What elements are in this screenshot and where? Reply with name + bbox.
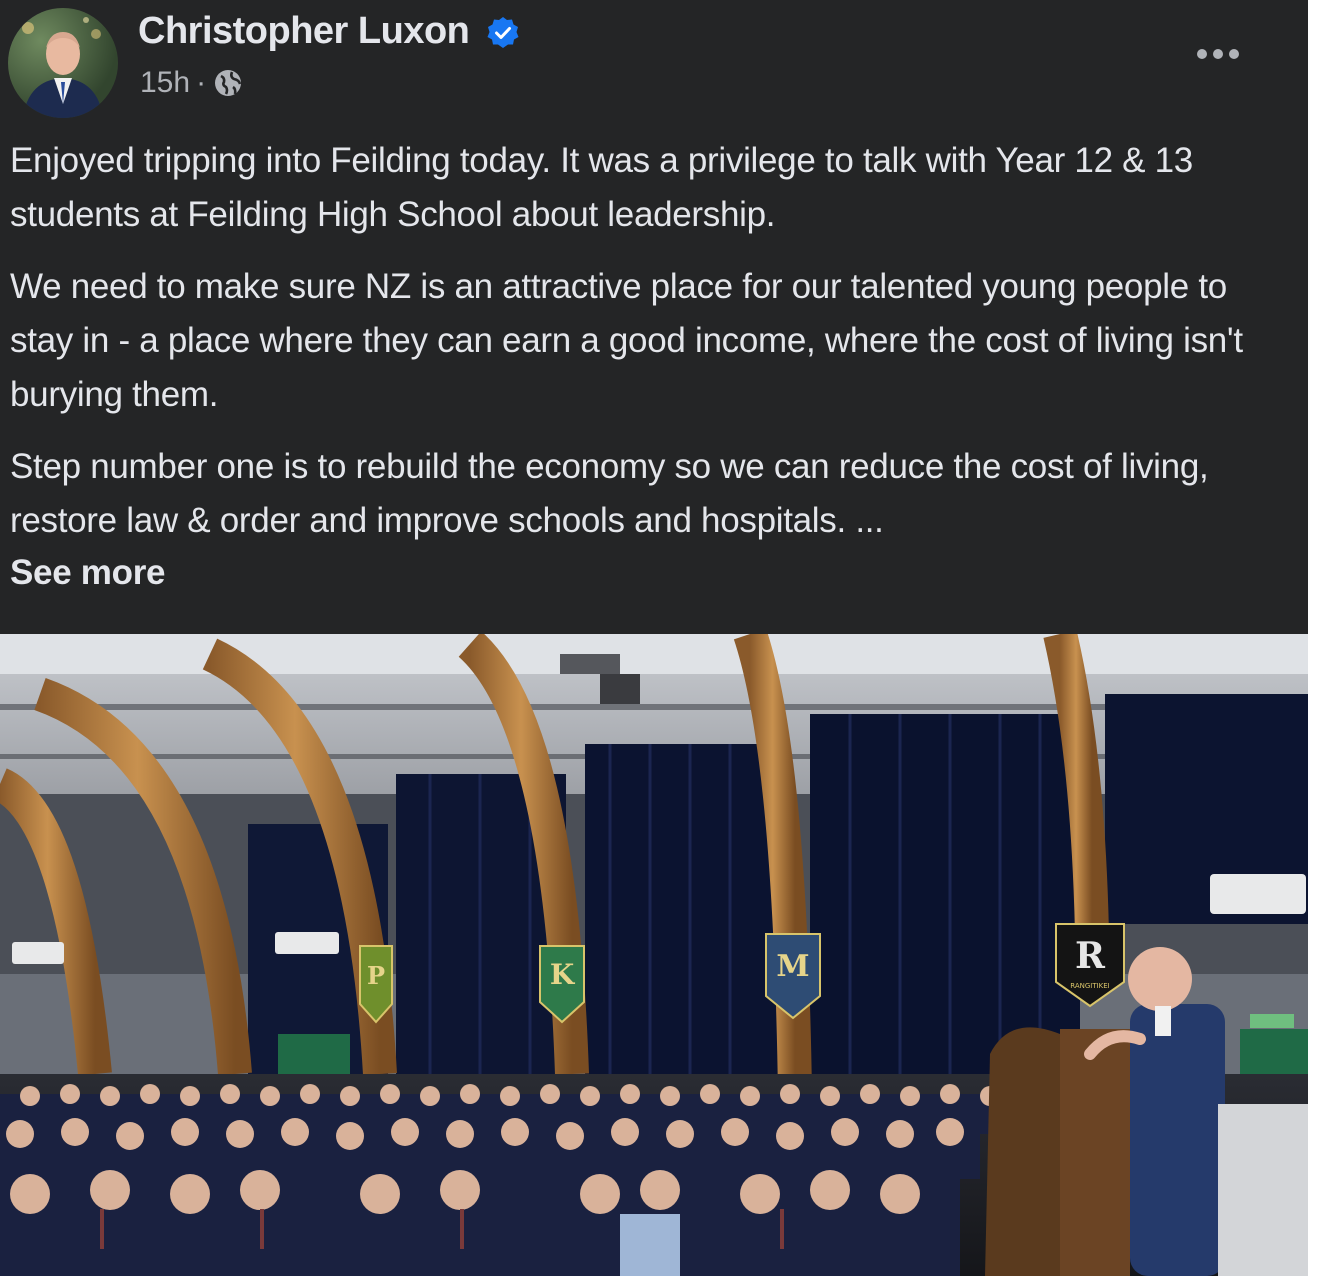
banner-caption: RANGITIKEI (1070, 982, 1110, 990)
post-meta: 15h · (140, 66, 244, 100)
house-banner: P (359, 945, 393, 1024)
post-paragraph: We need to make sure NZ is an attractive… (10, 267, 1243, 414)
post-paragraph: Step number one is to rebuild the econom… (10, 440, 1280, 600)
post-paragraph-text: Step number one is to rebuild the econom… (10, 447, 1209, 540)
author-avatar[interactable] (8, 8, 118, 118)
facebook-post: Christopher Luxon 15h · Enjoyed tripping… (0, 0, 1308, 1276)
post-body: Enjoyed tripping into Feilding today. It… (10, 134, 1280, 618)
banner-letter: K (550, 958, 576, 991)
post-header: Christopher Luxon 15h · (0, 0, 1308, 130)
post-paragraph: Enjoyed tripping into Feilding today. It… (10, 141, 1193, 234)
author-name[interactable]: Christopher Luxon (138, 10, 470, 53)
see-more-link[interactable]: See more (10, 546, 1280, 600)
banner-letter: P (367, 961, 385, 990)
meta-separator: · (196, 66, 207, 99)
stage-light-icon (600, 674, 640, 704)
more-dot-icon (1229, 49, 1239, 59)
more-dot-icon (1197, 49, 1207, 59)
more-options-button[interactable] (1186, 36, 1250, 72)
more-dot-icon (1213, 49, 1223, 59)
globe-public-icon[interactable] (212, 67, 244, 99)
post-photo[interactable]: P K M R RANGITIKEI (0, 634, 1308, 1276)
post-time[interactable]: 15h (140, 66, 190, 100)
banner-letter: R (1075, 935, 1106, 977)
verified-badge-icon (487, 17, 519, 48)
air-conditioner (1210, 874, 1306, 914)
student-audience (0, 1084, 1010, 1276)
banner-letter: M (776, 949, 809, 984)
